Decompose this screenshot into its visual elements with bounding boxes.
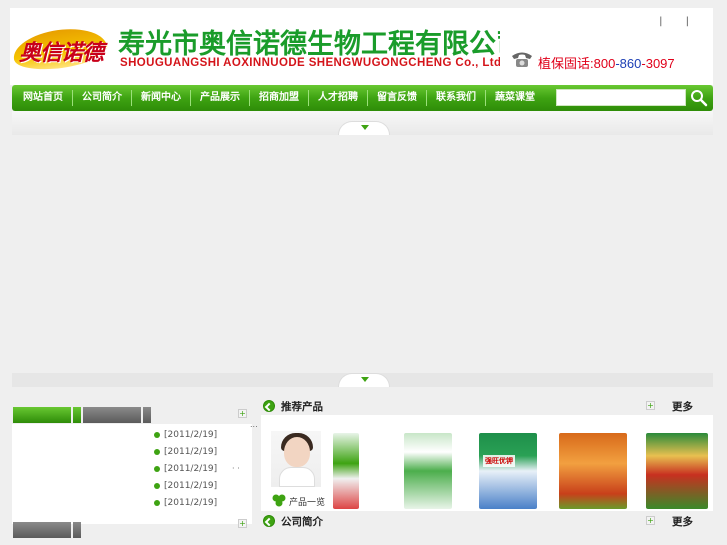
product-item[interactable] [404, 433, 452, 509]
nav-item-feedback[interactable]: 留言反馈 [368, 85, 426, 111]
news-date: [2011/2/19] [164, 464, 218, 474]
logo-text: 奥信诺德 [19, 40, 104, 66]
chevron-down-icon [361, 377, 369, 382]
nav-item-about[interactable]: 公司简介 [73, 85, 131, 111]
bullet-icon [154, 448, 160, 455]
company-name-en: SHOUGUANGSHI AOXINNUODE SHENGWUGONGCHENG… [120, 57, 506, 69]
bullet-icon [154, 482, 160, 489]
section-strip [12, 373, 713, 387]
nav-item-news[interactable]: 新闻中心 [132, 85, 190, 111]
list-item[interactable]: [2011/2/19] [154, 498, 217, 508]
plus-icon[interactable]: + [646, 401, 655, 410]
products-title: 推荐产品 [281, 401, 323, 413]
hotline-part3: 3097 [645, 56, 675, 71]
plus-icon[interactable]: + [238, 409, 247, 418]
nav-item-classroom[interactable]: 蔬菜课堂 [486, 85, 544, 111]
nav-item-products[interactable]: 产品展示 [191, 85, 249, 111]
bullet-icon [154, 431, 160, 438]
news-date: [2011/2/19] [164, 430, 218, 440]
news-list: [2011/2/19] [2011/2/19] [2011/2/19] [201… [12, 420, 258, 524]
list-item[interactable]: [2011/2/19] [154, 464, 217, 474]
products-more-link[interactable]: 更多 [672, 399, 693, 414]
plus-icon[interactable]: + [238, 519, 247, 528]
logo-area: 奥信诺德 寿光市奥信诺德生物工程有限公司 SHOUGUANGSHI AOXINN… [10, 8, 523, 85]
product-promo-image [271, 431, 321, 487]
page: 奥信诺德 寿光市奥信诺德生物工程有限公司 SHOUGUANGSHI AOXINN… [0, 0, 727, 545]
hotline-number: 植保固话:800-860-3097 [538, 53, 675, 72]
news-date: [2011/2/19] [164, 481, 218, 491]
bullet-icon [154, 499, 160, 506]
product-label: 强旺优钾 [483, 455, 515, 467]
search-input[interactable] [556, 89, 686, 106]
main-nav: 网站首页 公司简介 新闻中心 产品展示 招商加盟 人才招聘 留言反馈 联系我们 … [12, 85, 713, 111]
hotline-area: | | 植保固话:800-860-3097 [500, 8, 713, 85]
news-tab-edge [73, 407, 81, 423]
intro-tabs: + [12, 519, 252, 538]
section-icon [263, 515, 275, 527]
list-item[interactable]: [2011/2/19] [154, 481, 217, 491]
news-ellipsis: ... [250, 420, 258, 429]
product-item[interactable]: 强旺优钾 [479, 433, 537, 509]
intro-tab-edge [73, 522, 81, 538]
featured-product[interactable]: 产品一览 [269, 429, 326, 508]
plus-icon[interactable]: + [646, 516, 655, 525]
promo-body [279, 467, 315, 487]
news-tabs: + [12, 407, 252, 423]
news-tab-inactive[interactable] [83, 407, 141, 423]
news-tab-active[interactable] [13, 407, 71, 423]
section-icon [263, 400, 275, 412]
news-date: [2011/2/19] [164, 447, 218, 457]
products-panel: 推荐产品 + 更多 产品一览 强旺优钾 公司简介 + 更多 [261, 398, 713, 545]
company-name-cn: 寿光市奥信诺德生物工程有限公司 [118, 29, 523, 59]
clover-icon [272, 494, 286, 507]
hotline-part1: 800 [593, 56, 616, 71]
telephone-icon [512, 52, 532, 67]
news-panel: + [2011/2/19] [2011/2/19] [2011/2/19] [2… [12, 400, 258, 545]
nav-item-contact[interactable]: 联系我们 [427, 85, 485, 111]
intro-tab[interactable] [13, 522, 71, 538]
company-intro-title: 公司简介 [281, 516, 323, 528]
products-header: 推荐产品 + 更多 [261, 398, 713, 414]
search-icon[interactable] [688, 88, 710, 108]
section-toggle[interactable] [338, 373, 390, 387]
promo-face [284, 437, 310, 467]
news-tab-edge [143, 407, 151, 423]
sub-bar [12, 111, 713, 135]
hotline-part2: 860 [619, 56, 642, 71]
bullet-icon [154, 465, 160, 472]
header: 奥信诺德 寿光市奥信诺德生物工程有限公司 SHOUGUANGSHI AOXINN… [10, 8, 713, 85]
company-intro-header: 公司简介 + 更多 [261, 513, 713, 529]
nav-item-home[interactable]: 网站首页 [14, 85, 72, 111]
company-intro-more-link[interactable]: 更多 [672, 514, 693, 529]
news-dots: · · [232, 464, 240, 473]
chevron-down-icon [361, 125, 369, 130]
featured-label: 产品一览 [289, 498, 326, 508]
top-links[interactable]: | | [659, 16, 699, 27]
news-date: [2011/2/19] [164, 498, 218, 508]
product-item[interactable] [646, 433, 708, 509]
product-item[interactable] [559, 433, 627, 509]
logo[interactable]: 奥信诺德 [10, 23, 110, 75]
banner [0, 135, 727, 373]
list-item[interactable]: [2011/2/19] [154, 430, 217, 440]
nav-item-franchise[interactable]: 招商加盟 [250, 85, 308, 111]
product-item[interactable] [333, 433, 359, 509]
banner-toggle[interactable] [338, 121, 390, 135]
list-item[interactable]: [2011/2/19] [154, 447, 217, 457]
nav-item-jobs[interactable]: 人才招聘 [309, 85, 367, 111]
hotline-label: 植保固话: [538, 56, 594, 71]
products-list: 产品一览 强旺优钾 [261, 415, 713, 511]
